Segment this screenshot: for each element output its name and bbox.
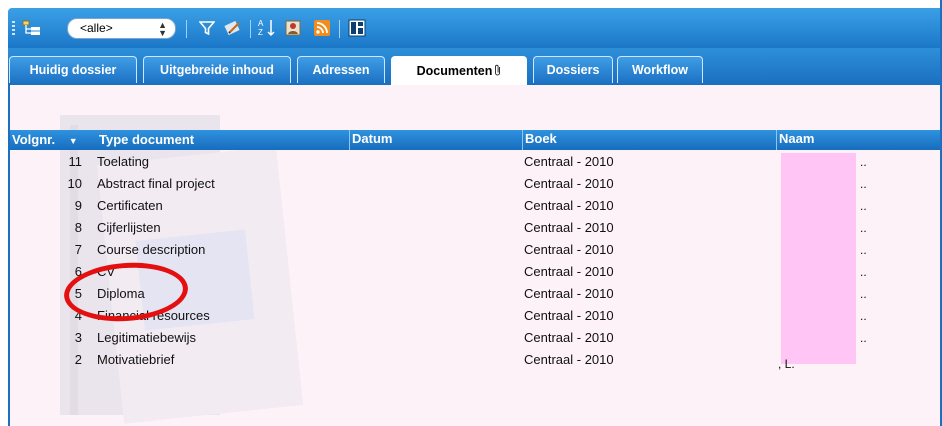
svg-text:A: A <box>258 19 264 28</box>
tab-label: Documenten <box>416 64 493 78</box>
tab-label: Workflow <box>631 63 689 77</box>
tab-label: Huidig dossier <box>29 63 117 77</box>
row-book: Centraal - 2010 <box>524 352 614 367</box>
row-book: Centraal - 2010 <box>524 220 614 235</box>
select-arrows-icon: ▲ ▼ <box>158 20 167 38</box>
name-fragment: .. <box>860 199 867 213</box>
toolbar: <alle> ▲ ▼ AZ <box>8 8 942 48</box>
row-book: Centraal - 2010 <box>524 330 614 345</box>
row-number: 11 <box>68 154 83 169</box>
contact-card-icon[interactable] <box>282 17 304 39</box>
filter-icon[interactable] <box>196 17 218 39</box>
tab-huidig-dossier[interactable]: Huidig dossier <box>9 56 137 83</box>
row-book: Centraal - 2010 <box>524 154 614 169</box>
row-document-type: Abstract final project <box>97 176 215 191</box>
row-book: Centraal - 2010 <box>524 176 614 191</box>
name-fragment: .. <box>860 155 867 169</box>
row-document-type: Motivatiebrief <box>97 352 175 367</box>
column-header-label: Volgnr. <box>12 132 56 147</box>
tab-documenten[interactable]: Documenten <box>391 56 527 85</box>
row-number: 7 <box>74 242 82 257</box>
row-document-type: Cijferlijsten <box>97 220 161 235</box>
tab-adressen[interactable]: Adressen <box>297 56 385 83</box>
row-number: 4 <box>74 308 82 323</box>
tab-label: Dossiers <box>546 63 600 77</box>
column-header-type-document[interactable]: Type document <box>99 132 194 147</box>
documents-panel: Volgnr. ▼ Type document Datum Boek Naam … <box>8 85 942 426</box>
column-header-boek[interactable]: Boek <box>522 130 557 150</box>
row-number: 9 <box>74 198 82 213</box>
filter-select-value: <alle> <box>80 21 113 35</box>
filter-select[interactable]: <alle> ▲ ▼ <box>67 18 176 39</box>
rss-feed-icon[interactable] <box>311 17 333 39</box>
tab-label: Adressen <box>312 63 370 77</box>
row-document-type: Legitimatiebewijs <box>97 330 196 345</box>
name-fragment: .. <box>860 265 867 279</box>
column-header-datum[interactable]: Datum <box>349 130 392 150</box>
svg-text:Z: Z <box>258 28 263 37</box>
name-fragment: .. <box>860 287 867 301</box>
name-fragment-last: , L. <box>778 357 795 371</box>
name-fragment: .. <box>860 243 867 257</box>
column-header-volgnr[interactable]: Volgnr. ▼ <box>12 132 78 147</box>
tree-view-icon[interactable] <box>21 17 43 39</box>
row-number: 10 <box>67 176 82 191</box>
row-number: 6 <box>74 264 82 279</box>
table-header: Volgnr. ▼ Type document Datum Boek Naam <box>10 130 942 150</box>
row-book: Centraal - 2010 <box>524 242 614 257</box>
row-number: 8 <box>74 220 82 235</box>
row-book: Centraal - 2010 <box>524 198 614 213</box>
name-fragment: .. <box>860 309 867 323</box>
row-document-type: Toelating <box>97 154 150 169</box>
row-document-type: Course description <box>97 242 206 257</box>
name-fragment: .. <box>860 331 867 345</box>
attachment-icon <box>494 64 501 79</box>
name-fragment: .. <box>860 221 867 235</box>
sort-descending-icon: ▼ <box>68 136 78 146</box>
tab-dossiers[interactable]: Dossiers <box>533 56 613 83</box>
sort-az-icon[interactable]: AZ <box>256 17 278 39</box>
name-fragment: .. <box>860 177 867 191</box>
redacted-names <box>781 153 856 364</box>
toolbar-grip[interactable] <box>12 21 15 36</box>
row-number: 2 <box>74 352 82 367</box>
tab-workflow[interactable]: Workflow <box>617 56 703 83</box>
tab-uitgebreide-inhoud[interactable]: Uitgebreide inhoud <box>143 56 291 83</box>
row-document-type: Certificaten <box>97 198 163 213</box>
edit-icon[interactable] <box>222 17 244 39</box>
layout-icon[interactable] <box>346 17 368 39</box>
tab-bar: Huidig dossier Uitgebreide inhoud Adress… <box>8 48 942 85</box>
tab-label: Uitgebreide inhoud <box>160 63 274 77</box>
row-book: Centraal - 2010 <box>524 286 614 301</box>
row-book: Centraal - 2010 <box>524 264 614 279</box>
row-number: 3 <box>74 330 82 345</box>
column-header-naam[interactable]: Naam <box>776 130 814 150</box>
row-book: Centraal - 2010 <box>524 308 614 323</box>
